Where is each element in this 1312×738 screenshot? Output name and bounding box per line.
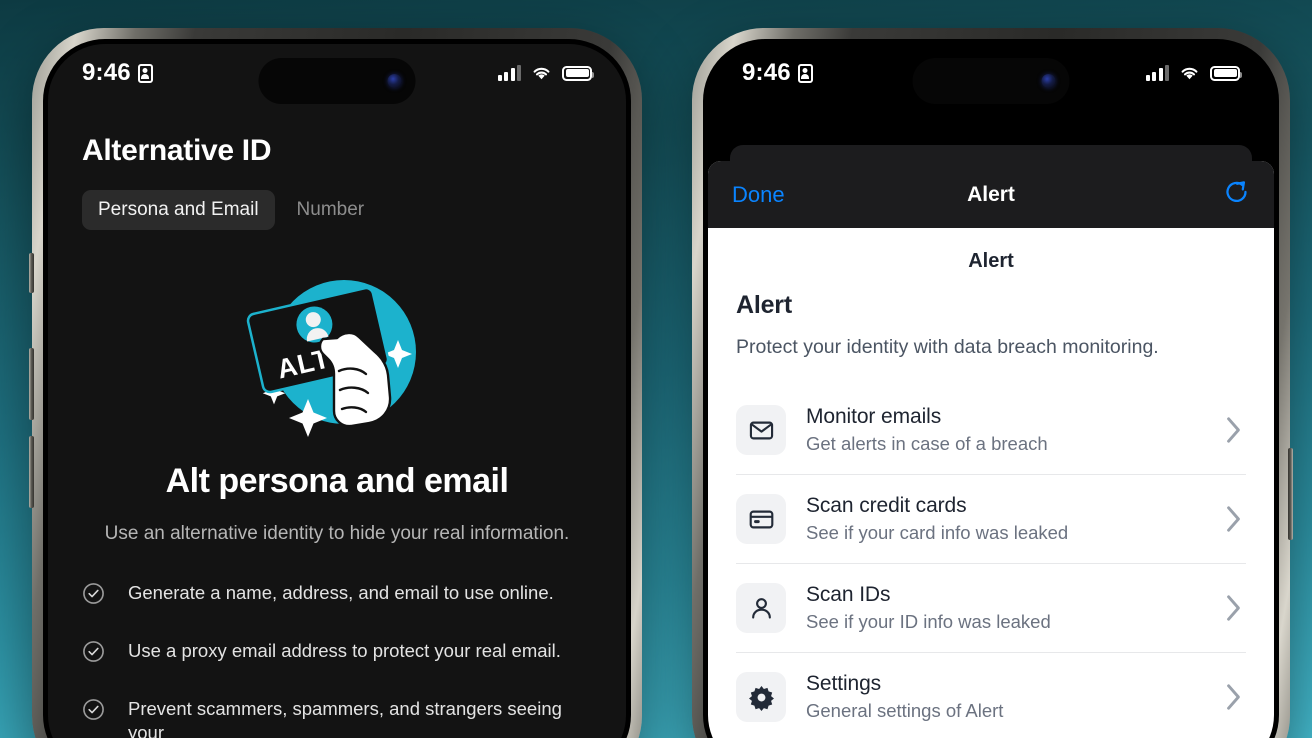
- cellular-signal-icon: [497, 65, 521, 81]
- feature-bullet-list: Generate a name, address, and email to u…: [82, 581, 592, 738]
- check-circle-icon: [83, 640, 104, 662]
- web-modal-sheet: Done Alert Alert Alert Protect your iden: [708, 161, 1274, 738]
- row-text: Settings General settings of Alert: [806, 672, 1205, 722]
- check-circle-icon: [83, 698, 104, 720]
- envelope-icon: [749, 421, 773, 440]
- page-title: Alternative ID: [82, 134, 272, 167]
- segmented-control[interactable]: Persona and Email Number: [82, 190, 592, 230]
- left-phone-device: 9:46 Alternative ID Persona and Email Nu…: [29, 28, 642, 738]
- battery-icon: [1210, 65, 1242, 81]
- chevron-right-icon: [1227, 684, 1240, 710]
- icon-tile: [736, 494, 786, 545]
- status-time-right: 9:46: [742, 59, 813, 87]
- status-time-text-left: 9:46: [82, 59, 131, 86]
- content-description: Protect your identity with data breach m…: [736, 336, 1159, 358]
- row-title: Scan IDs: [806, 583, 891, 607]
- tab-persona-and-email[interactable]: Persona and Email: [82, 190, 275, 230]
- row-text: Scan IDs See if your ID info was leaked: [806, 583, 1205, 633]
- list-item: Prevent scammers, spammers, and stranger…: [82, 697, 592, 738]
- section-subheading: Use an alternative identity to hide your…: [104, 523, 570, 544]
- wifi-icon: [533, 67, 550, 80]
- status-time-text-right: 9:46: [742, 59, 791, 86]
- bullet-text: Use a proxy email address to protect you…: [128, 639, 561, 661]
- wifi-icon: [1181, 67, 1198, 80]
- icon-tile: [736, 583, 786, 634]
- volume-up-button-left[interactable]: [29, 348, 34, 420]
- dynamic-island-left: [258, 58, 416, 104]
- refresh-icon: [1226, 180, 1247, 202]
- icon-tile: [736, 405, 786, 456]
- section-heading: Alt persona and email: [165, 462, 509, 500]
- cellular-signal-icon: [1145, 65, 1169, 81]
- id-badge-icon: [137, 63, 153, 83]
- check-circle-icon: [83, 582, 104, 604]
- web-page-title: Alert: [968, 250, 1014, 272]
- battery-icon: [562, 65, 594, 81]
- list-item: Use a proxy email address to protect you…: [82, 639, 592, 663]
- tab-number[interactable]: Number: [281, 190, 381, 230]
- alt-id-illustration: ALT-ID: [246, 280, 416, 437]
- dynamic-island-right: [912, 58, 1070, 104]
- row-subtitle: See if your card info was leaked: [806, 522, 1069, 544]
- row-title: Settings: [806, 672, 882, 696]
- status-time-left: 9:46: [82, 59, 153, 87]
- power-button-right[interactable]: [1288, 448, 1293, 540]
- icon-tile: [736, 672, 786, 723]
- list-item-scan-ids[interactable]: Scan IDs See if your ID info was leaked: [736, 564, 1246, 654]
- row-subtitle: See if your ID info was leaked: [806, 611, 1051, 633]
- left-phone-screen: 9:46 Alternative ID Persona and Email Nu…: [48, 44, 626, 738]
- done-button[interactable]: Done: [732, 182, 785, 208]
- list-item-scan-credit-cards[interactable]: Scan credit cards See if your card info …: [736, 475, 1246, 565]
- status-indicators-left: [497, 65, 594, 81]
- action-button-left[interactable]: [29, 253, 34, 293]
- chevron-right-icon: [1227, 417, 1240, 443]
- front-camera-icon: [1041, 74, 1056, 88]
- row-subtitle: General settings of Alert: [806, 700, 1004, 722]
- modal-navbar: Done Alert: [708, 161, 1274, 228]
- row-subtitle: Get alerts in case of a breach: [806, 433, 1048, 455]
- menu-list: Monitor emails Get alerts in case of a b…: [736, 386, 1246, 738]
- credit-card-icon: [749, 510, 773, 529]
- gear-icon: [748, 685, 774, 711]
- right-phone-device: 9:46 Done Alert Alert Alert Protect your…: [692, 28, 1293, 738]
- navbar-title: Alert: [967, 182, 1015, 206]
- row-text: Scan credit cards See if your card info …: [806, 494, 1205, 544]
- row-title: Scan credit cards: [806, 494, 967, 518]
- volume-down-button-left[interactable]: [29, 436, 34, 508]
- bullet-text: Prevent scammers, spammers, and stranger…: [128, 697, 562, 738]
- list-item-monitor-emails[interactable]: Monitor emails Get alerts in case of a b…: [736, 386, 1246, 476]
- right-phone-bezel: 9:46 Done Alert Alert Alert Protect your…: [703, 39, 1279, 738]
- chevron-right-icon: [1227, 506, 1240, 532]
- modal-stack: Done Alert Alert Alert Protect your iden: [708, 44, 1274, 738]
- web-content: Alert Protect your identity with data br…: [708, 291, 1274, 738]
- row-text: Monitor emails Get alerts in case of a b…: [806, 405, 1205, 455]
- content-heading: Alert: [736, 291, 792, 319]
- left-phone-content: Alternative ID Persona and Email Number: [48, 102, 626, 738]
- chevron-right-icon: [1227, 595, 1240, 621]
- left-phone-bezel: 9:46 Alternative ID Persona and Email Nu…: [43, 39, 631, 738]
- list-item: Generate a name, address, and email to u…: [82, 581, 592, 605]
- front-camera-icon: [387, 74, 402, 88]
- id-badge-icon: [797, 63, 813, 83]
- row-title: Monitor emails: [806, 405, 942, 429]
- person-icon: [751, 597, 771, 619]
- refresh-button[interactable]: [1223, 179, 1250, 211]
- status-indicators-right: [1145, 65, 1242, 81]
- bullet-text: Generate a name, address, and email to u…: [128, 581, 554, 603]
- right-phone-screen: 9:46 Done Alert Alert Alert Protect your…: [708, 44, 1274, 738]
- list-item-settings[interactable]: Settings General settings of Alert: [736, 653, 1246, 738]
